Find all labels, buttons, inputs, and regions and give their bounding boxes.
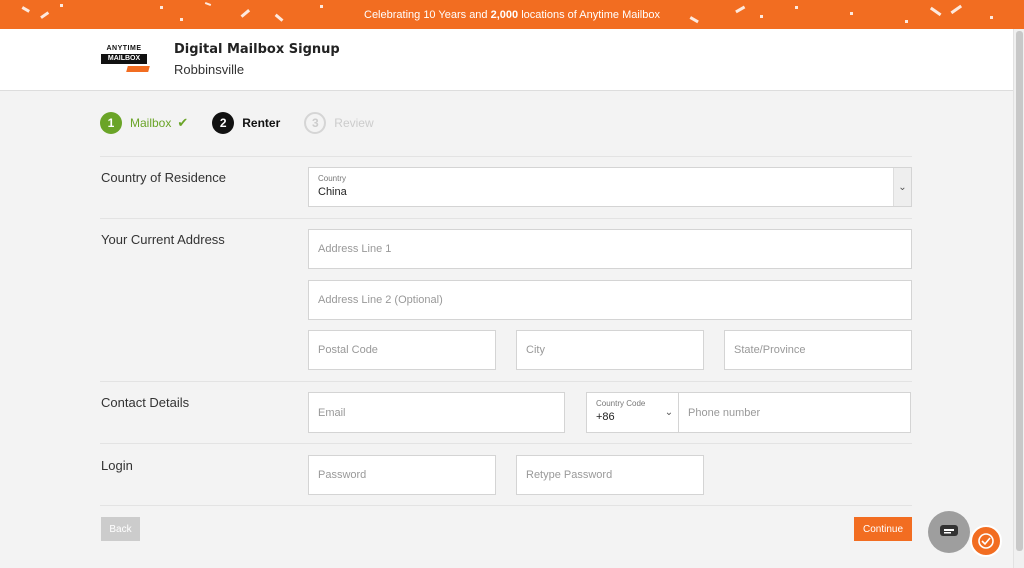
anytime-mailbox-logo[interactable]: ANYTIME MAILBOX: [101, 45, 150, 75]
chevron-down-icon[interactable]: ⌄: [660, 393, 678, 432]
continue-button[interactable]: Continue: [854, 517, 912, 541]
city-input[interactable]: City: [516, 330, 704, 370]
country-select[interactable]: Country China ⌄: [308, 167, 912, 207]
promo-banner: Celebrating 10 Years and 2,000 locations…: [0, 0, 1024, 29]
scrollbar-thumb[interactable]: [1016, 31, 1023, 551]
step-renter[interactable]: 2 Renter: [212, 112, 280, 134]
contact-section-label: Contact Details: [101, 395, 190, 410]
section-divider: [100, 218, 912, 219]
login-section-label: Login: [101, 458, 133, 473]
help-support-icon[interactable]: [970, 525, 1002, 557]
step-number: 1: [100, 112, 122, 134]
retype-password-input[interactable]: Retype Password: [516, 455, 704, 495]
page-scrollbar[interactable]: [1013, 29, 1024, 568]
step-label: Review: [334, 116, 374, 130]
postal-code-input[interactable]: Postal Code: [308, 330, 496, 370]
section-divider: [100, 505, 912, 506]
address-line2-input[interactable]: Address Line 2 (Optional): [308, 280, 912, 320]
step-review: 3 Review: [304, 112, 374, 134]
step-label: Mailbox: [130, 116, 172, 130]
step-number: 2: [212, 112, 235, 134]
email-input[interactable]: Email: [308, 392, 565, 433]
chat-glyph: [940, 525, 958, 536]
address-line1-input[interactable]: Address Line 1: [308, 229, 912, 269]
chevron-down-icon[interactable]: ⌄: [893, 168, 911, 206]
section-divider: [100, 156, 912, 157]
phone-number-input[interactable]: Phone number: [678, 392, 911, 433]
support-glyph: [978, 533, 994, 549]
banner-text: Celebrating 10 Years and 2,000 locations…: [364, 8, 660, 21]
step-number: 3: [304, 112, 327, 134]
checkmark-icon: ✔: [177, 115, 189, 130]
password-input[interactable]: Password: [308, 455, 496, 495]
section-divider: [100, 443, 912, 444]
location-name: Robbinsville: [174, 62, 245, 77]
country-code-select[interactable]: Country Code +86 ⌄: [586, 392, 679, 433]
page-title: Digital Mailbox Signup: [174, 42, 340, 57]
address-section-label: Your Current Address: [101, 232, 225, 247]
section-divider: [100, 381, 912, 382]
chat-bubble-icon[interactable]: [928, 511, 970, 553]
signup-steps: 1 Mailbox ✔ 2 Renter 3 Review: [100, 112, 398, 134]
back-button[interactable]: Back: [101, 517, 140, 541]
step-label: Renter: [242, 116, 281, 130]
state-province-input[interactable]: State/Province: [724, 330, 912, 370]
country-section-label: Country of Residence: [101, 170, 227, 185]
page-header: ANYTIME MAILBOX Digital Mailbox Signup R…: [0, 29, 1013, 91]
step-mailbox[interactable]: 1 Mailbox ✔: [100, 112, 188, 134]
